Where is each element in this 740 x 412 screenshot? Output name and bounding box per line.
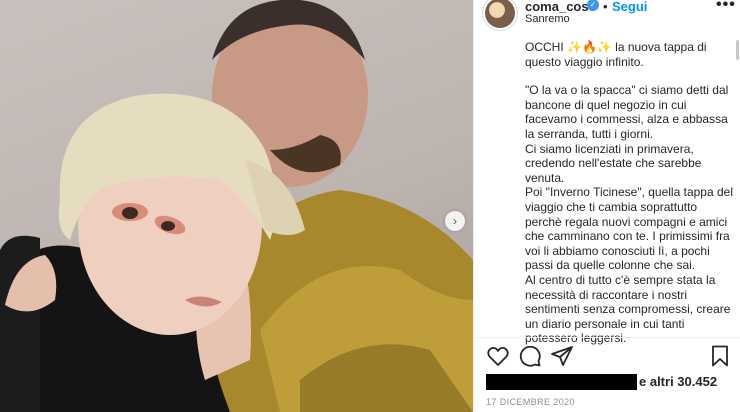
- caption-line: OCCHI ✨🔥✨ la nuova tappa di questo viagg…: [525, 40, 707, 69]
- action-bar: [474, 344, 740, 368]
- post-photo[interactable]: ›: [0, 0, 473, 412]
- divider: [474, 337, 740, 338]
- heart-icon[interactable]: [486, 344, 510, 368]
- post-header: coma_cose ✓ • Segui ••• Sanremo: [474, 0, 740, 36]
- caption-scrollbar[interactable]: [736, 40, 739, 60]
- next-image-button[interactable]: ›: [445, 211, 465, 231]
- likes-count[interactable]: e altri 30.452: [639, 374, 717, 389]
- caption-line: Al centro di tutto c'è sempre stata la n…: [525, 272, 731, 346]
- redacted-block: [486, 374, 637, 390]
- follow-button[interactable]: Segui: [612, 0, 647, 14]
- verified-badge-icon: ✓: [587, 0, 599, 11]
- chevron-right-icon: ›: [453, 214, 457, 228]
- likes-summary[interactable]: e altri 30.452: [486, 372, 736, 390]
- photo-illustration: [0, 0, 473, 412]
- username-link[interactable]: coma_cose: [525, 0, 596, 14]
- separator-dot: •: [603, 0, 608, 14]
- post-date[interactable]: 17 DICEMBRE 2020: [486, 397, 575, 407]
- comment-icon[interactable]: [518, 344, 542, 368]
- caption-line: Poi "Inverno Ticinese", quella tappa del…: [525, 185, 733, 273]
- caption-line: Ci siamo licenziati in primavera, creden…: [525, 141, 702, 185]
- caption-line: "O la va o la spacca" ci siamo detti dal…: [525, 83, 729, 141]
- post-caption: OCCHI ✨🔥✨ la nuova tappa di questo viagg…: [525, 40, 735, 346]
- post-sidebar: coma_cose ✓ • Segui ••• Sanremo OCCHI ✨🔥…: [473, 0, 740, 412]
- share-icon[interactable]: [550, 344, 574, 368]
- more-options-icon[interactable]: •••: [716, 0, 736, 14]
- avatar[interactable]: [485, 0, 515, 28]
- bookmark-icon[interactable]: [708, 344, 732, 368]
- location-link[interactable]: Sanremo: [525, 13, 570, 25]
